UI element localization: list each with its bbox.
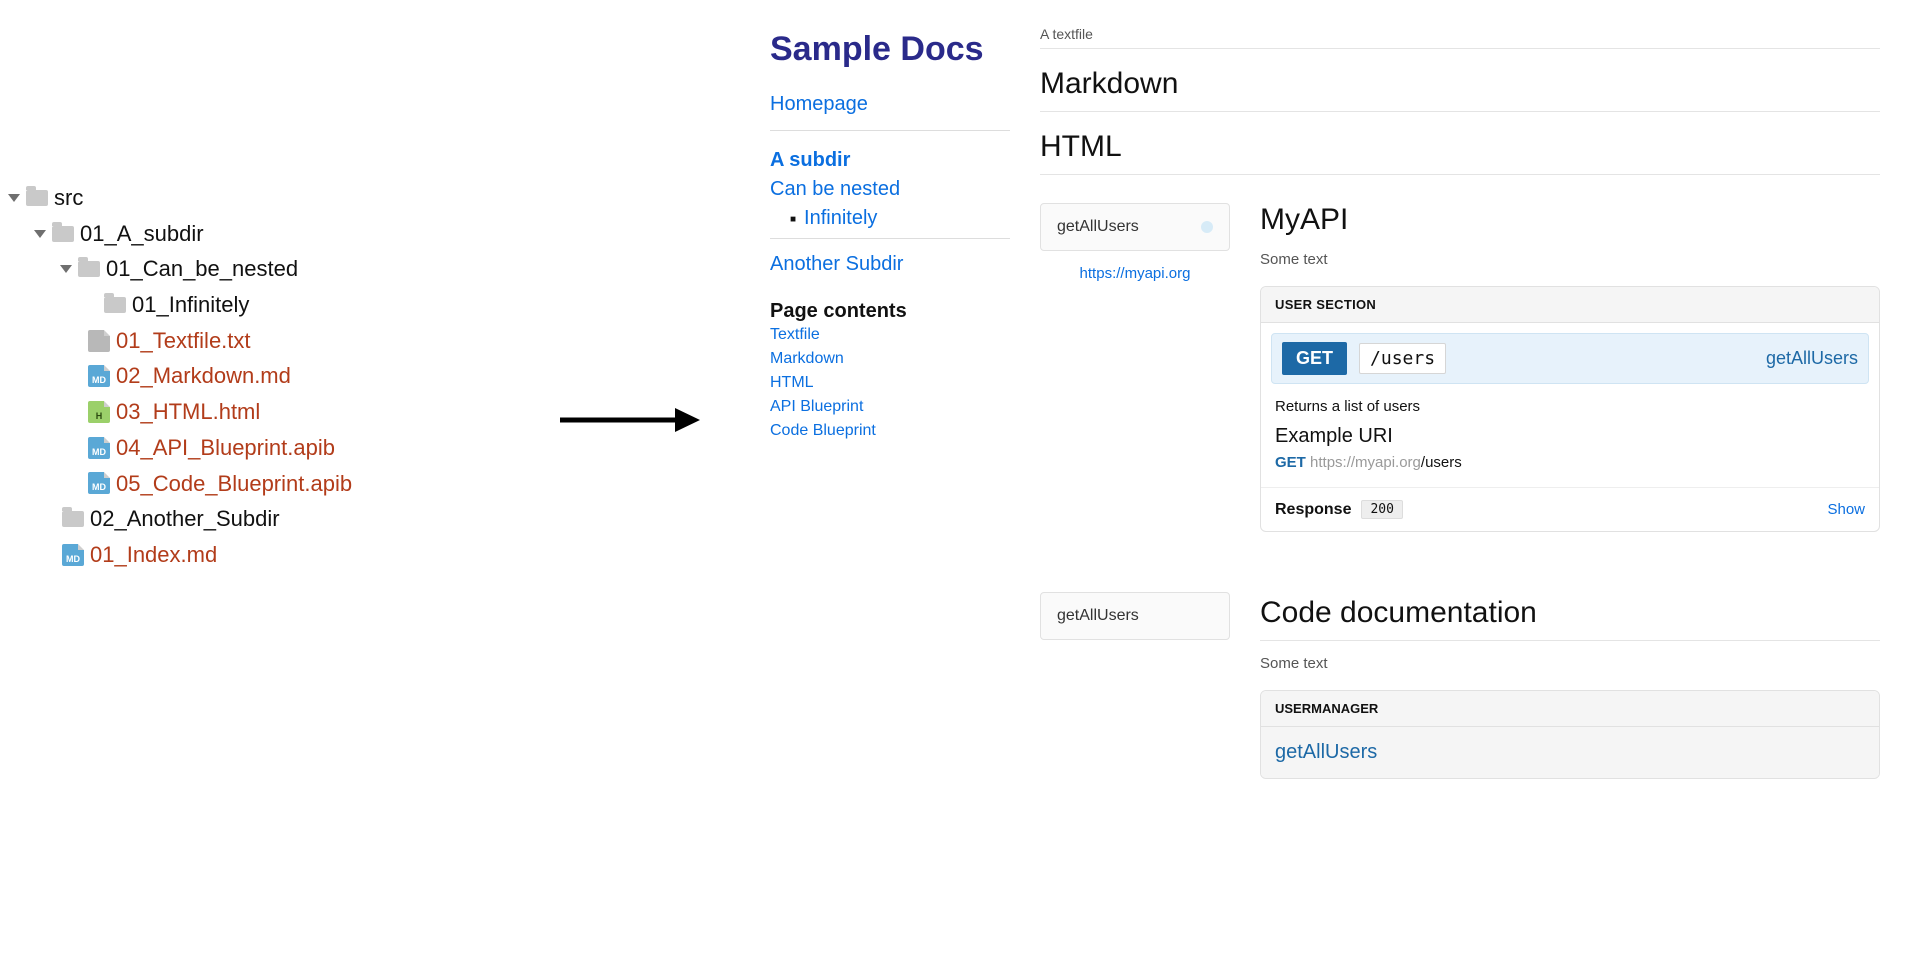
code-nav-label: getAllUsers: [1057, 607, 1139, 625]
nav-subdir-head[interactable]: A subdir: [770, 139, 1010, 178]
section-markdown: Markdown: [1040, 49, 1880, 112]
tree-row-another[interactable]: 02_Another_Subdir: [10, 501, 570, 537]
file-label: 02_Markdown.md: [116, 361, 291, 391]
code-mini-nav: getAllUsers: [1040, 592, 1230, 640]
page-contents-heading: Page contents: [770, 300, 1010, 323]
api-section-header: USER SECTION: [1261, 287, 1879, 323]
tree-row-src[interactable]: src: [10, 180, 570, 216]
breadcrumb: A textfile: [1040, 20, 1880, 49]
response-code: 200: [1361, 500, 1402, 519]
example-verb: GET: [1275, 454, 1306, 471]
nav-another-subdir[interactable]: Another Subdir: [770, 247, 1010, 282]
folder-icon: [62, 511, 84, 527]
response-label: Response: [1275, 501, 1351, 519]
show-response-link[interactable]: Show: [1827, 501, 1865, 518]
toc-link[interactable]: API Blueprint: [770, 395, 1010, 419]
folder-icon: [26, 190, 48, 206]
file-label: 01_Textfile.txt: [116, 326, 251, 356]
operation-name: getAllUsers: [1766, 348, 1858, 369]
status-dot-icon: [1201, 221, 1213, 233]
example-path: /users: [1421, 454, 1462, 471]
tree-row-subdir[interactable]: 01_A_subdir: [10, 216, 570, 252]
page-contents-list: Textfile Markdown HTML API Blueprint Cod…: [770, 323, 1010, 443]
code-nav-card[interactable]: getAllUsers: [1040, 592, 1230, 640]
api-description: Returns a list of users: [1261, 394, 1879, 415]
api-title: MyAPI: [1260, 203, 1880, 237]
code-intro: Some text: [1260, 655, 1880, 672]
code-doc-title: Code documentation: [1260, 596, 1880, 641]
api-nav-label: getAllUsers: [1057, 218, 1139, 236]
api-panel: USER SECTION GET /users getAllUsers Retu…: [1260, 286, 1880, 532]
api-intro: Some text: [1260, 251, 1880, 268]
nav-homepage[interactable]: Homepage: [770, 87, 1010, 122]
tree-row-infinitely[interactable]: 01_Infinitely: [10, 287, 570, 323]
file-icon: H: [88, 401, 110, 423]
response-row: Response 200 Show: [1261, 487, 1879, 531]
file-label: 04_API_Blueprint.apib: [116, 433, 335, 463]
api-mini-nav: getAllUsers https://myapi.org: [1040, 203, 1230, 282]
code-section-header: USERMANAGER: [1261, 691, 1879, 727]
folder-label: src: [54, 183, 83, 213]
nav-infinitely[interactable]: Infinitely: [804, 201, 877, 235]
file-icon: [88, 330, 110, 352]
toc-link[interactable]: Code Blueprint: [770, 419, 1010, 443]
folder-icon: [78, 261, 100, 277]
example-uri-heading: Example URI: [1261, 415, 1879, 448]
tree-row-file[interactable]: MD 02_Markdown.md: [10, 358, 570, 394]
example-uri: GET https://myapi.org/users: [1261, 448, 1879, 487]
example-host: https://myapi.org: [1310, 454, 1421, 471]
chevron-down-icon: [8, 194, 20, 202]
code-panel: USERMANAGER getAllUsers: [1260, 690, 1880, 779]
tree-row-file[interactable]: MD 05_Code_Blueprint.apib: [10, 466, 570, 502]
tree-row-file[interactable]: MD 04_API_Blueprint.apib: [10, 430, 570, 466]
file-icon: MD: [88, 365, 110, 387]
tree-row-file[interactable]: 01_Textfile.txt: [10, 323, 570, 359]
site-title: Sample Docs: [770, 30, 1010, 69]
section-html: HTML: [1040, 112, 1880, 175]
tree-row-index[interactable]: MD 01_Index.md: [10, 537, 570, 573]
toc-link[interactable]: Textfile: [770, 323, 1010, 347]
file-label: 05_Code_Blueprint.apib: [116, 469, 352, 499]
http-verb-badge: GET: [1282, 342, 1347, 375]
file-icon: MD: [88, 437, 110, 459]
folder-label: 02_Another_Subdir: [90, 504, 280, 534]
api-nav-card[interactable]: getAllUsers: [1040, 203, 1230, 251]
file-icon: MD: [88, 472, 110, 494]
chevron-down-icon: [60, 265, 72, 273]
code-method-row[interactable]: getAllUsers: [1261, 727, 1879, 778]
site-sidebar: Sample Docs Homepage A subdir Can be nes…: [770, 20, 1010, 980]
http-path: /users: [1359, 343, 1446, 374]
folder-icon: [104, 297, 126, 313]
folder-icon: [52, 226, 74, 242]
chevron-down-icon: [34, 230, 46, 238]
folder-label: 01_Can_be_nested: [106, 254, 298, 284]
arrow-icon: [560, 400, 700, 440]
rendered-site: Sample Docs Homepage A subdir Can be nes…: [770, 20, 1910, 980]
site-content: A textfile Markdown HTML getAllUsers htt…: [1040, 20, 1910, 980]
file-tree: src 01_A_subdir 01_Can_be_nested 01_Infi…: [10, 180, 570, 573]
toc-link[interactable]: Markdown: [770, 347, 1010, 371]
file-icon: MD: [62, 544, 84, 566]
bullet-icon: [790, 208, 804, 228]
api-host-link[interactable]: https://myapi.org: [1040, 265, 1230, 282]
tree-row-nested[interactable]: 01_Can_be_nested: [10, 251, 570, 287]
folder-label: 01_A_subdir: [80, 219, 204, 249]
tree-row-file[interactable]: H 03_HTML.html: [10, 394, 570, 430]
toc-link[interactable]: HTML: [770, 371, 1010, 395]
file-label: 03_HTML.html: [116, 397, 260, 427]
folder-label: 01_Infinitely: [132, 290, 249, 320]
api-request-bar[interactable]: GET /users getAllUsers: [1271, 333, 1869, 384]
file-label: 01_Index.md: [90, 540, 217, 570]
